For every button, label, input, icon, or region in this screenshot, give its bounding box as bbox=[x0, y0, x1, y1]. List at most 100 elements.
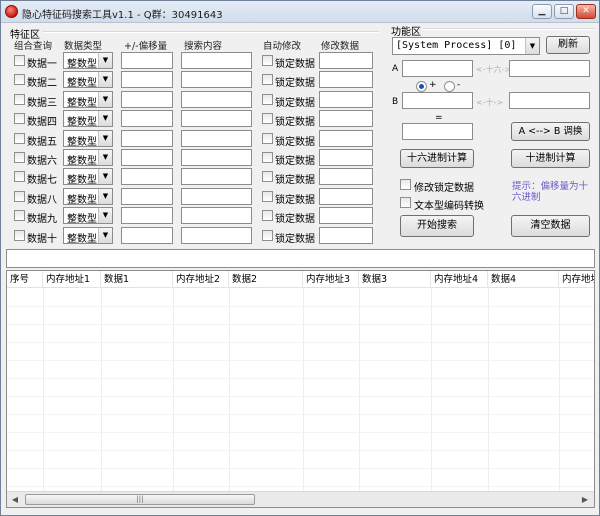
offset-input[interactable] bbox=[121, 91, 173, 108]
scroll-right-icon[interactable]: ▶ bbox=[577, 492, 593, 507]
modify-data-input[interactable] bbox=[319, 110, 373, 127]
combine-checkbox[interactable] bbox=[14, 133, 25, 144]
table-column-header[interactable]: 内存地址2 bbox=[173, 271, 229, 288]
b-input[interactable] bbox=[402, 92, 473, 109]
data-type-select[interactable]: 整数型 ▼ bbox=[63, 227, 113, 245]
text-convert-checkbox[interactable] bbox=[400, 197, 411, 208]
swap-ab-button[interactable]: A <--> B 调换 bbox=[511, 122, 590, 141]
chevron-down-icon[interactable]: ▼ bbox=[98, 111, 112, 126]
dec-calc-button[interactable]: 十进制计算 bbox=[511, 149, 590, 168]
data-type-select[interactable]: 整数型 ▼ bbox=[63, 91, 113, 109]
chevron-down-icon[interactable]: ▼ bbox=[98, 189, 112, 204]
hex-result-input[interactable] bbox=[509, 60, 590, 77]
lock-data-checkbox[interactable] bbox=[262, 230, 273, 241]
offset-input[interactable] bbox=[121, 227, 173, 244]
maximize-button[interactable]: □ bbox=[554, 4, 574, 19]
combine-checkbox[interactable] bbox=[14, 171, 25, 182]
lock-data-checkbox[interactable] bbox=[262, 94, 273, 105]
a-input[interactable] bbox=[402, 60, 473, 77]
combine-checkbox[interactable] bbox=[14, 74, 25, 85]
chevron-down-icon[interactable]: ▼ bbox=[98, 131, 112, 146]
clear-data-button[interactable]: 清空数据 bbox=[511, 215, 590, 237]
table-column-header[interactable]: 数据2 bbox=[229, 271, 303, 288]
lock-data-checkbox[interactable] bbox=[262, 55, 273, 66]
plus-radio[interactable] bbox=[416, 81, 427, 92]
chevron-down-icon[interactable]: ▼ bbox=[98, 53, 112, 68]
combine-checkbox[interactable] bbox=[14, 210, 25, 221]
table-column-header[interactable]: 数据4 bbox=[488, 271, 559, 288]
data-type-select[interactable]: 整数型 ▼ bbox=[63, 110, 113, 128]
close-button[interactable]: ✕ bbox=[576, 4, 596, 19]
modify-data-input[interactable] bbox=[319, 188, 373, 205]
chevron-down-icon[interactable]: ▼ bbox=[98, 150, 112, 165]
lock-data-checkbox[interactable] bbox=[262, 171, 273, 182]
process-select[interactable]: [System Process] [0] ▼ bbox=[392, 37, 540, 55]
hex-calc-button[interactable]: 十六进制计算 bbox=[400, 149, 474, 168]
title-bar[interactable]: 隐心特征码搜索工具v1.1 - Q群：30491643 ▁ □ ✕ bbox=[1, 1, 599, 23]
table-column-header[interactable]: 内存地址 bbox=[559, 271, 594, 288]
results-table[interactable]: 序号内存地址1数据1内存地址2数据2内存地址3数据3内存地址4数据4内存地址 ◀… bbox=[6, 270, 595, 508]
offset-input[interactable] bbox=[121, 110, 173, 127]
data-type-select[interactable]: 整数型 ▼ bbox=[63, 71, 113, 89]
lock-data-checkbox[interactable] bbox=[262, 152, 273, 163]
offset-input[interactable] bbox=[121, 52, 173, 69]
offset-input[interactable] bbox=[121, 168, 173, 185]
data-type-select[interactable]: 整数型 ▼ bbox=[63, 188, 113, 206]
data-type-select[interactable]: 整数型 ▼ bbox=[63, 149, 113, 167]
start-search-button[interactable]: 开始搜索 bbox=[400, 215, 474, 237]
dec-result-input[interactable] bbox=[509, 92, 590, 109]
chevron-down-icon[interactable]: ▼ bbox=[98, 228, 112, 243]
modify-locked-checkbox[interactable] bbox=[400, 179, 411, 190]
lock-data-checkbox[interactable] bbox=[262, 133, 273, 144]
search-content-input[interactable] bbox=[181, 130, 252, 147]
combine-checkbox[interactable] bbox=[14, 191, 25, 202]
table-column-header[interactable]: 数据1 bbox=[101, 271, 173, 288]
table-column-header[interactable]: 内存地址1 bbox=[43, 271, 101, 288]
search-content-input[interactable] bbox=[181, 207, 252, 224]
chevron-down-icon[interactable]: ▼ bbox=[98, 72, 112, 87]
search-content-input[interactable] bbox=[181, 188, 252, 205]
lock-data-checkbox[interactable] bbox=[262, 191, 273, 202]
search-content-input[interactable] bbox=[181, 110, 252, 127]
offset-input[interactable] bbox=[121, 149, 173, 166]
table-column-header[interactable]: 数据3 bbox=[359, 271, 431, 288]
data-type-select[interactable]: 整数型 ▼ bbox=[63, 207, 113, 225]
offset-input[interactable] bbox=[121, 188, 173, 205]
lock-data-checkbox[interactable] bbox=[262, 113, 273, 124]
chevron-down-icon[interactable]: ▼ bbox=[525, 38, 539, 54]
combine-checkbox[interactable] bbox=[14, 230, 25, 241]
minimize-button[interactable]: ▁ bbox=[532, 4, 552, 19]
modify-data-input[interactable] bbox=[319, 130, 373, 147]
search-content-input[interactable] bbox=[181, 168, 252, 185]
lock-data-checkbox[interactable] bbox=[262, 74, 273, 85]
combine-checkbox[interactable] bbox=[14, 55, 25, 66]
status-bar-input[interactable] bbox=[6, 249, 595, 268]
data-type-select[interactable]: 整数型 ▼ bbox=[63, 130, 113, 148]
data-type-select[interactable]: 整数型 ▼ bbox=[63, 52, 113, 70]
combine-checkbox[interactable] bbox=[14, 113, 25, 124]
chevron-down-icon[interactable]: ▼ bbox=[98, 208, 112, 223]
combine-checkbox[interactable] bbox=[14, 152, 25, 163]
minus-radio[interactable] bbox=[444, 81, 455, 92]
chevron-down-icon[interactable]: ▼ bbox=[98, 92, 112, 107]
lock-data-checkbox[interactable] bbox=[262, 210, 273, 221]
chevron-down-icon[interactable]: ▼ bbox=[98, 169, 112, 184]
calc-result-input[interactable] bbox=[402, 123, 473, 140]
modify-data-input[interactable] bbox=[319, 91, 373, 108]
offset-input[interactable] bbox=[121, 130, 173, 147]
modify-data-input[interactable] bbox=[319, 168, 373, 185]
search-content-input[interactable] bbox=[181, 52, 252, 69]
modify-data-input[interactable] bbox=[319, 71, 373, 88]
offset-input[interactable] bbox=[121, 207, 173, 224]
horizontal-scrollbar[interactable]: ◀ ||| ▶ bbox=[7, 491, 594, 507]
scrollbar-thumb[interactable]: ||| bbox=[25, 494, 255, 505]
combine-checkbox[interactable] bbox=[14, 94, 25, 105]
search-content-input[interactable] bbox=[181, 71, 252, 88]
offset-input[interactable] bbox=[121, 71, 173, 88]
table-column-header[interactable]: 内存地址3 bbox=[303, 271, 359, 288]
table-column-header[interactable]: 序号 bbox=[7, 271, 43, 288]
table-column-header[interactable]: 内存地址4 bbox=[431, 271, 488, 288]
data-type-select[interactable]: 整数型 ▼ bbox=[63, 168, 113, 186]
search-content-input[interactable] bbox=[181, 91, 252, 108]
scroll-left-icon[interactable]: ◀ bbox=[7, 492, 23, 507]
